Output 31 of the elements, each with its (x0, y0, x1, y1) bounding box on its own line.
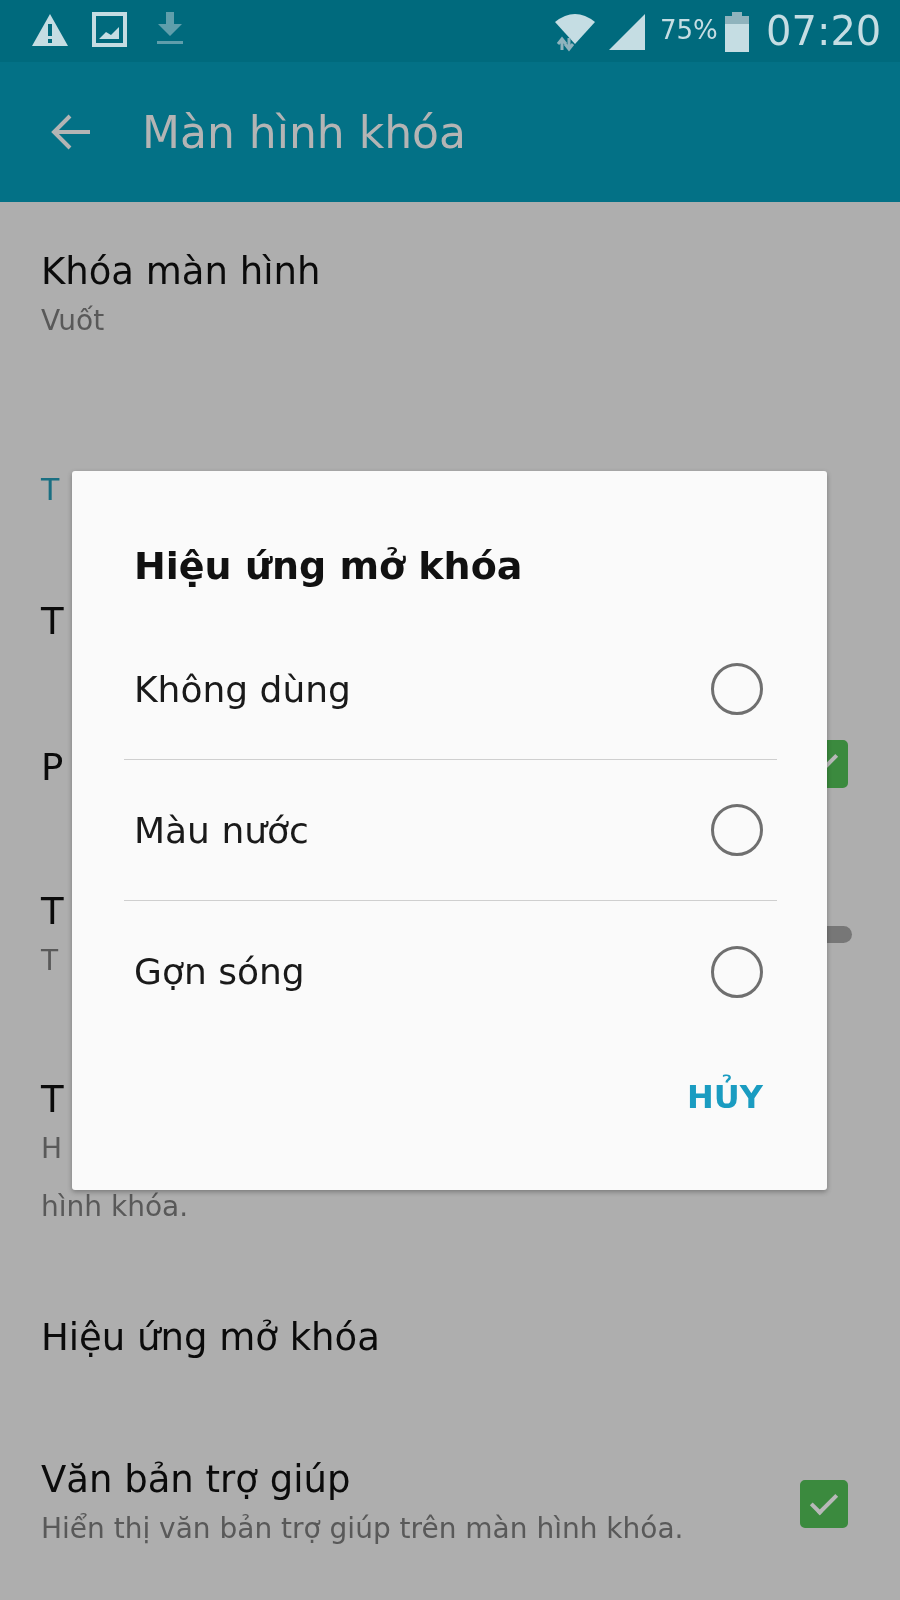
picture-icon (92, 12, 127, 47)
setting-summary: H (41, 1131, 63, 1167)
setting-title[interactable]: T (41, 1075, 64, 1125)
radio-button[interactable] (711, 945, 763, 998)
download-icon (155, 12, 185, 45)
setting-title[interactable]: Hiệu ứng mở khóa (41, 1313, 380, 1363)
setting-title[interactable]: Văn bản trợ giúp (41, 1455, 351, 1505)
wifi-icon (553, 12, 597, 54)
option-label[interactable]: Gợn sóng (134, 951, 305, 992)
battery-percent: 75% (660, 15, 718, 45)
dialog-title: Hiệu ứng mở khóa (133, 543, 523, 590)
section-header: T (41, 472, 60, 508)
radio-button[interactable] (711, 663, 763, 715)
checkbox[interactable] (800, 1480, 848, 1528)
signal-icon (607, 12, 647, 52)
radio-button[interactable] (711, 804, 763, 856)
back-arrow-icon (50, 113, 92, 151)
setting-summary: T (41, 943, 59, 979)
status-time: 07:20 (766, 8, 882, 54)
setting-title[interactable]: T (41, 887, 64, 937)
screen-title: Màn hình khóa (142, 106, 466, 158)
option-label[interactable]: Màu nước (134, 809, 309, 851)
setting-summary: Hiển thị văn bản trợ giúp trên màn hình khóa. (41, 1511, 684, 1547)
setting-title[interactable]: P (41, 743, 64, 793)
setting-title[interactable]: Khóa màn hình (41, 247, 321, 297)
setting-title[interactable]: T (41, 597, 64, 647)
setting-summary: hình khóa. (41, 1189, 189, 1225)
option-label[interactable]: Không dùng (134, 668, 351, 710)
warning-icon (30, 12, 70, 48)
battery-icon (725, 12, 749, 52)
setting-summary: Vuốt (41, 303, 105, 339)
